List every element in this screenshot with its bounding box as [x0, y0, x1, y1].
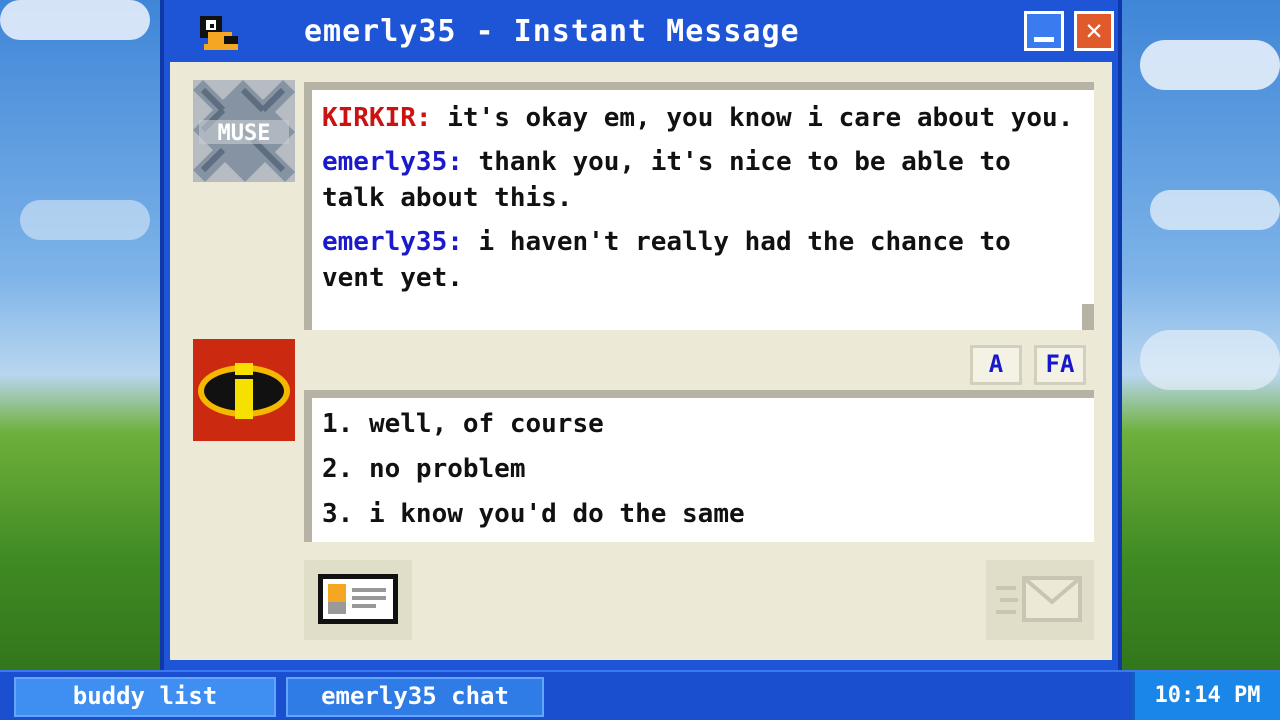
profile-card-icon	[318, 574, 398, 624]
chat-scrollbar[interactable]	[1082, 90, 1094, 330]
chat-message: KIRKIR: it's okay em, you know i care ab…	[322, 100, 1074, 136]
send-button[interactable]	[986, 560, 1094, 640]
close-icon: ✕	[1085, 13, 1103, 46]
reply-option[interactable]: 1. well, of course	[322, 402, 1082, 447]
window-client-area: MUSE KIRKIR: it's okay em, you know i ca…	[170, 62, 1112, 660]
duck-messenger-icon	[200, 16, 238, 50]
minimize-button[interactable]	[1024, 11, 1064, 51]
chat-message: emerly35: thank you, it's nice to be abl…	[322, 144, 1074, 216]
muse-avatar: MUSE	[193, 80, 295, 182]
sky-cloud	[1140, 40, 1280, 90]
message-text: it's okay em, you know i care about you.	[447, 103, 1074, 133]
title-bar[interactable]: emerly35 - Instant Message ✕	[164, 0, 1118, 62]
chat-log[interactable]: KIRKIR: it's okay em, you know i care ab…	[304, 82, 1094, 330]
sky-cloud	[20, 200, 150, 240]
message-sender: emerly35:	[322, 147, 463, 177]
sky-cloud	[1150, 190, 1280, 230]
taskbar-chat[interactable]: emerly35 chat	[286, 677, 544, 717]
muse-avatar-text: MUSE	[218, 121, 271, 146]
message-sender: KIRKIR:	[322, 103, 432, 133]
scrollbar-thumb[interactable]	[1082, 304, 1094, 330]
font-style-button[interactable]: FA	[1034, 345, 1086, 385]
window-title: emerly35 - Instant Message	[304, 14, 800, 49]
font-button[interactable]: A	[970, 345, 1022, 385]
font-icon: A	[988, 350, 1004, 378]
reply-options-box: 1. well, of course 2. no problem 3. i kn…	[304, 390, 1094, 542]
close-button[interactable]: ✕	[1074, 11, 1114, 51]
message-sender: emerly35:	[322, 227, 463, 257]
incredibles-logo-avatar	[193, 339, 295, 441]
instant-message-window: emerly35 - Instant Message ✕ MUSE KIRKIR…	[160, 0, 1122, 670]
taskbar: buddy list emerly35 chat 10:14 PM	[0, 670, 1280, 720]
taskbar-clock: 10:14 PM	[1132, 672, 1280, 720]
reply-option[interactable]: 2. no problem	[322, 447, 1082, 492]
chat-message: emerly35: i haven't really had the chanc…	[322, 224, 1074, 296]
taskbar-buddy-list[interactable]: buddy list	[14, 677, 276, 717]
reply-option[interactable]: 3. i know you'd do the same	[322, 492, 1082, 537]
send-envelope-icon	[996, 576, 1082, 622]
profile-button[interactable]	[304, 560, 412, 640]
sky-cloud	[1140, 330, 1280, 390]
font-style-icon: FA	[1045, 350, 1075, 378]
sky-cloud	[0, 0, 150, 40]
